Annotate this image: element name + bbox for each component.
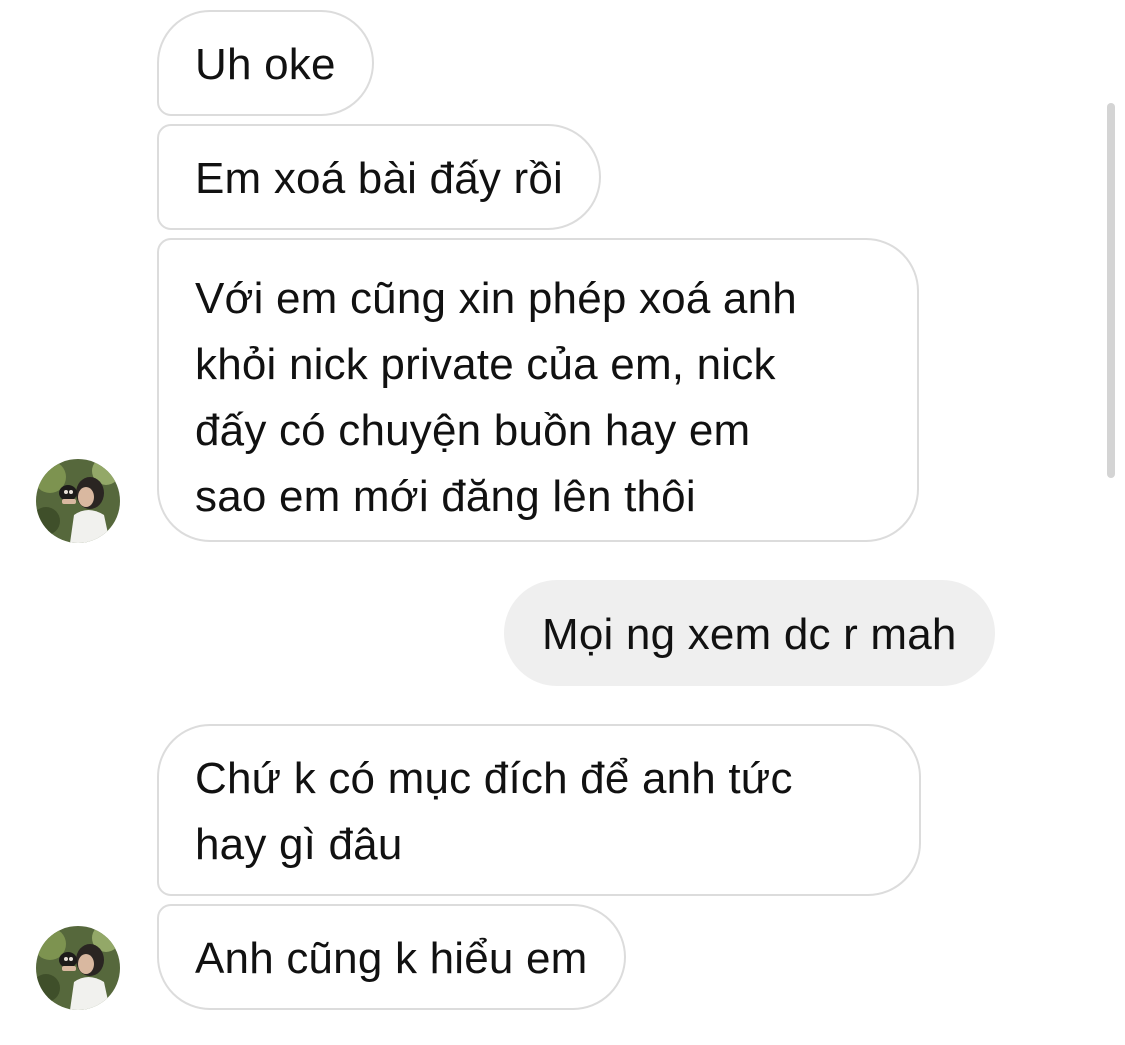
- message-bubble-received[interactable]: Uh oke: [157, 10, 374, 116]
- message-bubble-sent[interactable]: Mọi ng xem dc r mah: [504, 580, 995, 686]
- avatar-photo-icon: [36, 459, 120, 543]
- message-text-line: Với em cũng xin phép xoá anh: [195, 274, 797, 323]
- message-text-line: sao em mới đăng lên thôi: [195, 472, 696, 521]
- contact-avatar[interactable]: [36, 459, 120, 543]
- message-text: Em xoá bài đấy rồi: [195, 154, 563, 203]
- message-text-line: Chứ k có mục đích để anh tức: [195, 754, 793, 803]
- message-text: Uh oke: [195, 40, 336, 89]
- avatar-photo-icon: [36, 926, 120, 1010]
- message-text-line: hay gì đâu: [195, 820, 403, 869]
- message-text: Mọi ng xem dc r mah: [542, 610, 957, 659]
- message-bubble-received[interactable]: Em xoá bài đấy rồi: [157, 124, 601, 230]
- message-text-line: khỏi nick private của em, nick: [195, 340, 776, 389]
- message-text-line: đấy có chuyện buồn hay em: [195, 406, 751, 455]
- message-text: Anh cũng k hiểu em: [195, 934, 588, 983]
- contact-avatar[interactable]: [36, 926, 120, 1010]
- message-bubble-received[interactable]: Anh cũng k hiểu em: [157, 904, 626, 1010]
- scrollbar[interactable]: [1107, 103, 1115, 478]
- message-bubble-received[interactable]: Chứ k có mục đích để anh tức hay gì đâu: [157, 724, 921, 896]
- message-bubble-received[interactable]: Với em cũng xin phép xoá anh khỏi nick p…: [157, 238, 919, 542]
